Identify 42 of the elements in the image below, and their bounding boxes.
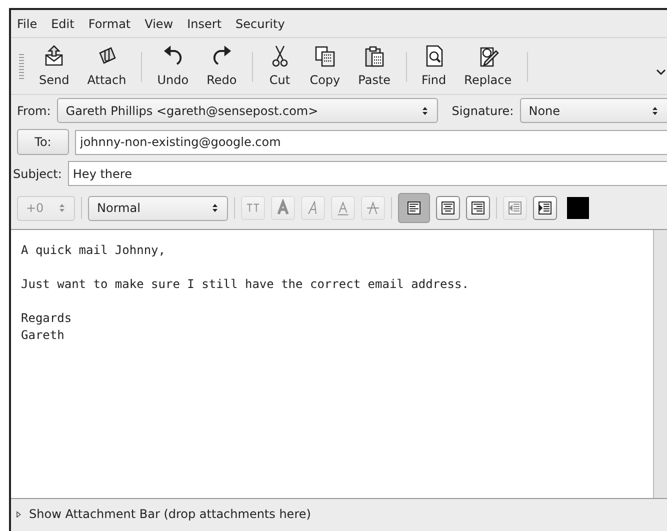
- toolbar-button[interactable]: Attach: [78, 42, 136, 91]
- toolbar-button[interactable]: Undo: [148, 42, 198, 91]
- format-button[interactable]: [436, 196, 460, 220]
- field-label: Subject:: [13, 166, 62, 182]
- toolbar-button[interactable]: Replace: [455, 42, 521, 91]
- format-button[interactable]: [533, 196, 557, 220]
- menu-item[interactable]: View: [144, 15, 174, 33]
- menu-item[interactable]: Edit: [51, 15, 74, 33]
- expander-icon: [14, 510, 23, 520]
- subject-field[interactable]: Hey there: [68, 161, 667, 186]
- toolbar-button[interactable]: Paste: [349, 42, 400, 91]
- align-left-icon: [405, 199, 423, 217]
- text-color-swatch[interactable]: [567, 197, 589, 219]
- scrollbar[interactable]: [653, 230, 667, 498]
- menu-item[interactable]: Security: [236, 15, 285, 33]
- copy-icon: [312, 44, 337, 68]
- indent-icon: [536, 199, 554, 217]
- toolbar-button[interactable]: Copy: [300, 42, 350, 91]
- outdent-icon: [506, 199, 524, 217]
- toolbar-button[interactable]: Send: [30, 42, 78, 91]
- recipient-field[interactable]: johnny-non-existing@google.com: [75, 130, 667, 154]
- message-paragraph: Regards Gareth: [21, 310, 73, 344]
- message-paragraph: Just want to make sure I still have the correct email address.: [21, 276, 470, 293]
- paragraph-style-dropdown[interactable]: Normal: [88, 196, 228, 220]
- to-button[interactable]: To:: [17, 129, 69, 155]
- format-button[interactable]: [466, 196, 490, 220]
- format-button[interactable]: [398, 193, 430, 223]
- field-label: From:: [17, 102, 51, 120]
- signature-dropdown[interactable]: None: [520, 98, 667, 123]
- field-label: Signature:: [452, 102, 514, 120]
- message-paragraph: A quick mail Johnny,: [21, 242, 166, 259]
- menu-item[interactable]: File: [17, 15, 38, 33]
- sender-dropdown[interactable]: Gareth Phillips <gareth@sensepost.com>: [56, 98, 438, 123]
- menu-item[interactable]: Format: [88, 15, 131, 33]
- toolbar-button[interactable]: Cut: [258, 42, 301, 91]
- menu-item[interactable]: Insert: [187, 15, 222, 33]
- strikethrough-icon: [364, 199, 382, 217]
- align-center-icon: [439, 199, 457, 217]
- toolbar-button[interactable]: Redo: [198, 42, 246, 91]
- attachment-bar-toggle[interactable]: Show Attachment Bar (drop attachments here): [29, 505, 311, 523]
- toolbar-button[interactable]: Find: [412, 42, 456, 91]
- align-right-icon: [469, 199, 487, 217]
